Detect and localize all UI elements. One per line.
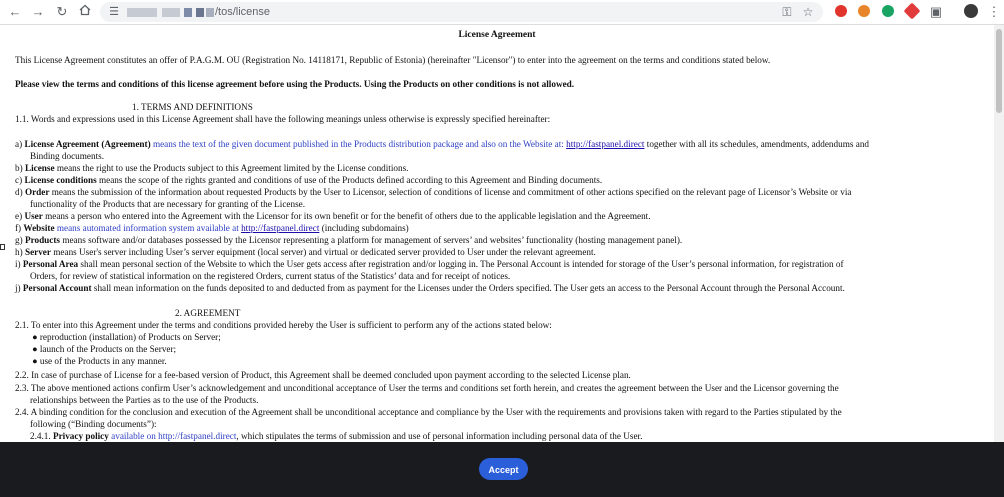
paragraph: 2.4. A binding condition for the conclus… xyxy=(15,407,842,417)
paragraph-continuation: relationships between the Parties as to … xyxy=(30,395,259,405)
extension-diamond-icon[interactable] xyxy=(903,2,921,20)
definition-item: e) User means a person who entered into … xyxy=(15,211,651,221)
resize-handle-left xyxy=(0,244,5,250)
scrollbar-thumb[interactable] xyxy=(996,29,1002,113)
extensions-puzzle-icon[interactable]: ▣ xyxy=(927,3,945,21)
home-icon[interactable] xyxy=(76,3,94,21)
warning-paragraph: Please view the terms and conditions of … xyxy=(15,79,575,89)
paragraph-continuation: following (“Binding documents”): xyxy=(30,419,157,429)
accept-button[interactable]: Accept xyxy=(479,458,528,480)
paragraph: 1.1. Words and expressions used in this … xyxy=(15,114,551,124)
back-icon[interactable]: ← xyxy=(6,3,24,21)
website-link[interactable]: http://fastpanel.direct xyxy=(241,223,319,233)
definition-item: g) Products means software and/or databa… xyxy=(15,235,683,245)
definition-item: d) Order means the submission of the inf… xyxy=(15,187,852,197)
license-document: License Agreement This License Agreement… xyxy=(0,25,994,442)
accept-footer: Accept xyxy=(0,442,1004,497)
address-bar[interactable]: ☰ /tos/license ⚿ ☆ xyxy=(100,2,823,22)
redacted-domain xyxy=(206,8,214,17)
menu-kebab-icon[interactable]: ⋮ xyxy=(985,3,1003,21)
definition-continuation: Binding documents. xyxy=(30,151,105,161)
list-item: ● use of the Products in any manner. xyxy=(32,356,167,366)
definition-item: h) Server means User's server including … xyxy=(15,247,596,257)
reload-icon[interactable]: ↻ xyxy=(53,3,71,21)
redacted-domain xyxy=(184,8,192,17)
profile-avatar[interactable] xyxy=(964,4,978,18)
browser-toolbar: ← → ↻ ☰ /tos/license ⚿ ☆ ▣ ⋮ xyxy=(0,0,1004,25)
intro-paragraph: This License Agreement constitutes an of… xyxy=(15,55,771,65)
extension-shield-green-icon[interactable] xyxy=(882,5,894,17)
redacted-domain xyxy=(127,8,157,17)
forward-icon[interactable]: → xyxy=(29,3,47,21)
sub-item: 2.4.1. Privacy policy available on http:… xyxy=(30,431,643,441)
definition-continuation: functionality of the Products that are n… xyxy=(30,199,306,209)
paragraph: 2.1. To enter into this Agreement under … xyxy=(15,320,552,330)
section-heading: 2. AGREEMENT xyxy=(175,308,241,318)
redacted-domain xyxy=(196,8,204,17)
definition-item: f) Website means automated information s… xyxy=(15,223,409,233)
website-link[interactable]: http://fastpanel.direct xyxy=(566,139,644,149)
definition-item: j) Personal Account shall mean informati… xyxy=(15,283,845,293)
paragraph: 2.2. In case of purchase of License for … xyxy=(15,370,631,380)
definition-item: c) License conditions means the scope of… xyxy=(15,175,603,185)
redacted-domain xyxy=(162,8,180,17)
extension-cookie-icon[interactable] xyxy=(858,5,870,17)
url-path: /tos/license xyxy=(215,6,271,18)
page-title: License Agreement xyxy=(458,30,536,40)
site-info-icon[interactable]: ☰ xyxy=(107,5,121,19)
vertical-scrollbar[interactable] xyxy=(994,25,1004,442)
section-heading: 1. TERMS AND DEFINITIONS xyxy=(132,102,253,112)
extension-shield-icon[interactable] xyxy=(835,5,847,17)
list-item: ● launch of the Products on the Server; xyxy=(32,344,177,354)
bookmark-star-icon[interactable]: ☆ xyxy=(801,5,815,19)
definition-item: a) License Agreement (Agreement) means t… xyxy=(15,139,870,149)
paragraph: 2.3. The above mentioned actions confirm… xyxy=(15,383,839,393)
definition-item: b) License means the right to use the Pr… xyxy=(15,163,409,173)
list-item: ● reproduction (installation) of Product… xyxy=(32,332,221,342)
password-key-icon[interactable]: ⚿ xyxy=(780,5,794,19)
definition-item: i) Personal Area shall mean personal sec… xyxy=(15,259,844,269)
definition-continuation: Orders, for review of statistical inform… xyxy=(30,271,511,281)
